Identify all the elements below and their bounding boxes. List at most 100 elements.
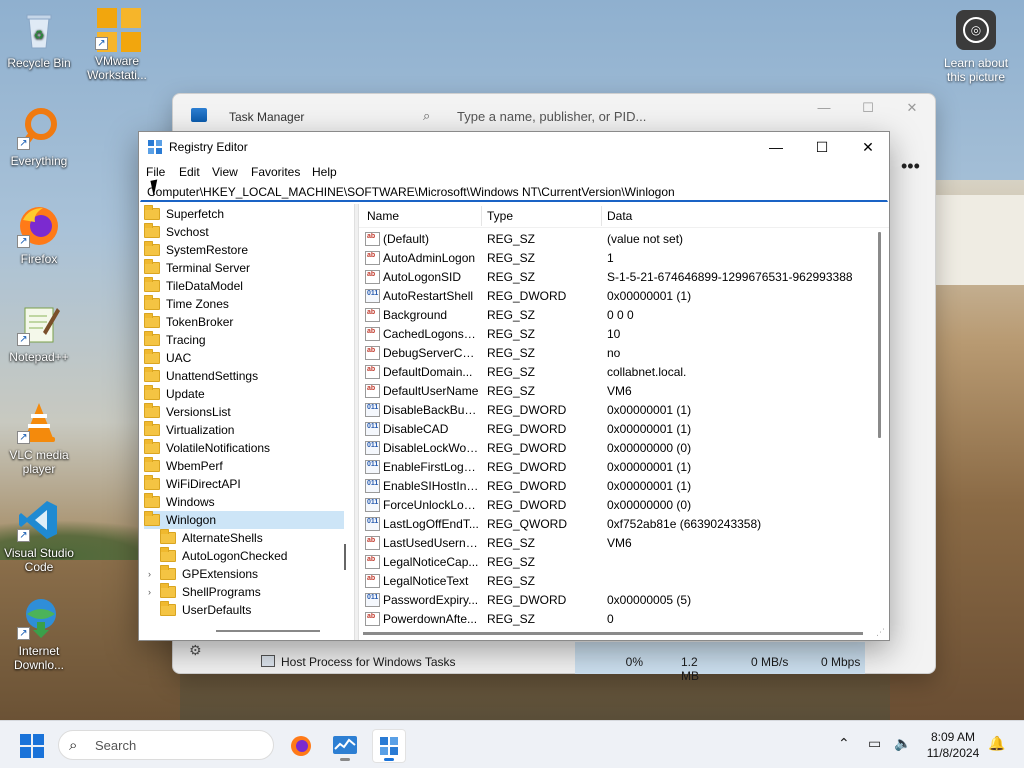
menu-view[interactable]: View (212, 165, 238, 179)
clock[interactable]: 8:09 AM 11/8/2024 (918, 729, 988, 761)
menu-file[interactable]: File (146, 165, 165, 179)
desktop-icon-recycle-bin[interactable]: ♻ Recycle Bin (0, 8, 78, 70)
menu-favorites[interactable]: Favorites (251, 165, 300, 179)
value-row[interactable]: 011 110EnableFirstLogo... REG_DWORD 0x0000… (359, 458, 889, 477)
tree-item[interactable]: › GPExtensions (148, 565, 344, 583)
maximize-button[interactable]: ☐ (799, 132, 845, 162)
values-list[interactable]: Name Type Data ⋰ ab (Default) REG_SZ (value… (359, 204, 889, 640)
network-icon[interactable]: ▭ (868, 735, 881, 752)
value-row[interactable]: ab LegalNoticeText REG_SZ (359, 572, 889, 591)
value-row[interactable]: ab DebugServerCo... REG_SZ no (359, 344, 889, 363)
minimize-button[interactable]: — (801, 100, 847, 120)
value-row[interactable]: 011 110AutoRestartShell REG_DWORD 0x000000… (359, 287, 889, 306)
value-type: REG_QWORD (487, 517, 568, 531)
value-row[interactable]: ab (Default) REG_SZ (value not set) (359, 230, 889, 249)
column-header-name[interactable]: Name (367, 209, 399, 223)
value-row[interactable]: ab Background REG_SZ 0 0 0 (359, 306, 889, 325)
tree-item[interactable]: › ShellPrograms (148, 583, 344, 601)
tree-item[interactable]: UnattendSettings (144, 367, 344, 385)
tree-item[interactable]: SystemRestore (144, 241, 344, 259)
value-row[interactable]: ab CachedLogonsC... REG_SZ 10 (359, 325, 889, 344)
tree-item[interactable]: AlternateShells (160, 529, 344, 547)
list-horizontal-scrollbar[interactable] (363, 632, 863, 635)
tree-item[interactable]: Tracing (144, 331, 344, 349)
tree-item[interactable]: Update (144, 385, 344, 403)
tree-item-label: GPExtensions (182, 567, 259, 581)
value-row[interactable]: ab AutoLogonSID REG_SZ S-1-5-21-674646899-1… (359, 268, 889, 287)
chevron-up-icon[interactable]: ⌃ (838, 735, 850, 752)
tree-item[interactable]: WiFiDirectAPI (144, 475, 344, 493)
value-row[interactable]: 011 110LastLogOffEndT... REG_QWORD 0xf752a… (359, 515, 889, 534)
tree-item[interactable]: Superfetch (144, 205, 344, 223)
settings-gear-icon[interactable]: ⚙ (189, 642, 202, 659)
taskbar-task-manager[interactable] (328, 729, 362, 763)
column-divider[interactable] (601, 206, 602, 226)
tree-item[interactable]: UAC (144, 349, 344, 367)
learn-about-picture[interactable]: ◎ Learn about this picture (934, 10, 1018, 84)
tree-item[interactable]: UserDefaults (160, 601, 344, 619)
tree-vertical-scrollbar[interactable] (344, 544, 346, 570)
expand-arrow-icon[interactable]: › (148, 587, 151, 597)
process-row[interactable]: Host Process for Windows Tasks 0% 1.2 MB… (221, 649, 937, 683)
tree-item[interactable]: VolatileNotifications (144, 439, 344, 457)
tree-item-label: Update (166, 387, 205, 401)
value-row[interactable]: 011 110DisableBackButt... REG_DWORD 0x0000… (359, 401, 889, 420)
value-row[interactable]: 011 110DisableCAD REG_DWORD 0x00000001 (1) (359, 420, 889, 439)
column-divider[interactable] (481, 206, 482, 226)
tree-item[interactable]: Time Zones (144, 295, 344, 313)
shortcut-arrow-icon: ↗ (17, 137, 30, 150)
maximize-button[interactable]: ☐ (845, 100, 891, 120)
more-options-icon[interactable]: ••• (901, 156, 920, 177)
value-row[interactable]: ab DefaultUserName REG_SZ VM6 (359, 382, 889, 401)
desktop-icon-idm[interactable]: ↗ Internet Downlo... (0, 596, 78, 672)
value-row[interactable]: 011 110PasswordExpiry... REG_DWORD 0x00000… (359, 591, 889, 610)
start-button[interactable] (20, 734, 44, 758)
minimize-button[interactable]: — (753, 132, 799, 162)
desktop-icon-vscode[interactable]: ↗ Visual Studio Code (0, 498, 78, 574)
menu-edit[interactable]: Edit (179, 165, 200, 179)
close-button[interactable]: ✕ (889, 100, 935, 120)
menu-help[interactable]: Help (312, 165, 337, 179)
folder-icon (144, 403, 160, 418)
value-row[interactable]: 011 110DisableLockWor... REG_DWORD 0x00000… (359, 439, 889, 458)
value-row[interactable]: ab LegalNoticeCap... REG_SZ (359, 553, 889, 572)
address-bar[interactable]: Computer\HKEY_LOCAL_MACHINE\SOFTWARE\Mic… (140, 182, 888, 202)
tree-item[interactable]: WbemPerf (144, 457, 344, 475)
tree-item[interactable]: Virtualization (144, 421, 344, 439)
tree-item[interactable]: AutoLogonChecked (160, 547, 344, 565)
tree-item[interactable]: Winlogon (144, 511, 344, 529)
desktop-icon-everything[interactable]: ↗ Everything (0, 106, 78, 168)
desktop-icon-notepadpp[interactable]: ↗ Notepad++ (0, 302, 78, 364)
tree-item[interactable]: TokenBroker (144, 313, 344, 331)
tree-item[interactable]: VersionsList (144, 403, 344, 421)
tree-item[interactable]: Terminal Server (144, 259, 344, 277)
value-row[interactable]: ab LastUsedUserna... REG_SZ VM6 (359, 534, 889, 553)
tree-item[interactable]: Svchost (144, 223, 344, 241)
desktop-icon-vlc[interactable]: ↗ VLC media player (0, 400, 78, 476)
desktop-icon-firefox[interactable]: ↗ Firefox (0, 204, 78, 266)
desktop-icon-vmware[interactable]: ↗ VMware Workstati... (78, 6, 156, 82)
task-manager-search[interactable]: ⌕ Type a name, publisher, or PID... (423, 104, 723, 130)
registry-editor-window[interactable]: Registry Editor — ☐ ✕ File Edit View Fav… (138, 131, 890, 641)
close-button[interactable]: ✕ (845, 132, 891, 162)
title-bar[interactable]: Registry Editor — ☐ ✕ (139, 132, 889, 162)
column-header-data[interactable]: Data (607, 209, 632, 223)
value-row[interactable]: ab PowerdownAfte... REG_SZ 0 (359, 610, 889, 629)
value-row[interactable]: 011 110ForceUnlockLog... REG_DWORD 0x00000… (359, 496, 889, 515)
value-row[interactable]: ab AutoAdminLogon REG_SZ 1 (359, 249, 889, 268)
tree-horizontal-scrollbar[interactable] (216, 630, 320, 632)
shortcut-arrow-icon: ↗ (95, 37, 108, 50)
expand-arrow-icon[interactable]: › (148, 569, 151, 579)
tree-item[interactable]: Windows (144, 493, 344, 511)
taskbar-search[interactable]: ⌕ Search (58, 730, 274, 760)
notification-bell-icon[interactable]: 🔔 (988, 735, 1005, 752)
volume-mute-icon[interactable]: 🔈 (894, 735, 911, 752)
taskbar-registry-editor[interactable] (372, 729, 406, 763)
value-row[interactable]: 011 110EnableSIHostInt... REG_DWORD 0x0000… (359, 477, 889, 496)
taskbar-firefox[interactable] (284, 729, 318, 763)
key-tree[interactable]: Superfetch Svchost SystemRestore Terminal S… (140, 204, 354, 640)
tree-item[interactable]: TileDataModel (144, 277, 344, 295)
column-header-type[interactable]: Type (487, 209, 513, 223)
value-row[interactable]: ab DefaultDomain... REG_SZ collabnet.local. (359, 363, 889, 382)
desktop-icon-label: Firefox (20, 252, 58, 266)
